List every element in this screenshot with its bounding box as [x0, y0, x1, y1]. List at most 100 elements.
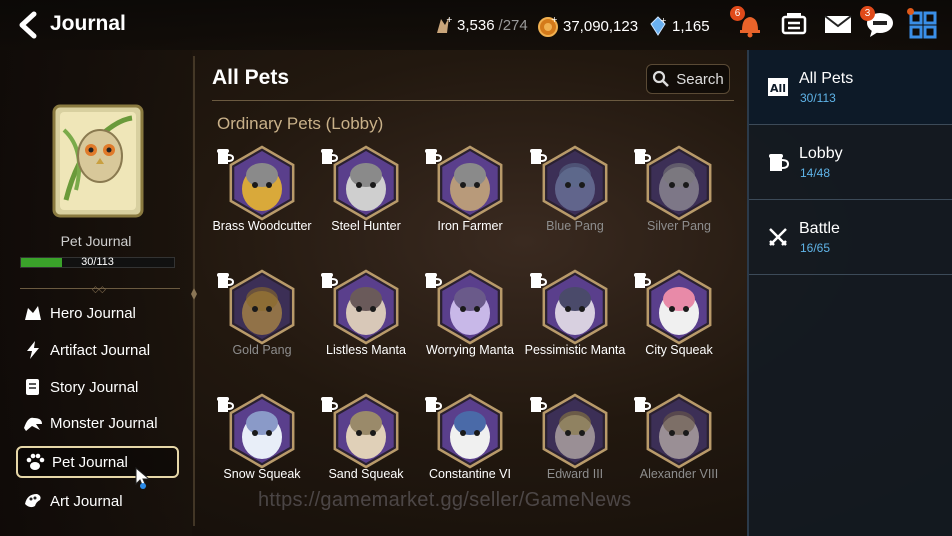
pet-name: Silver Pang — [647, 219, 711, 233]
stamina-icon: + — [437, 15, 453, 33]
tab-lobby[interactable]: Lobby 14/48 — [749, 125, 952, 200]
nav-artifact-journal[interactable]: Artifact Journal — [16, 334, 179, 366]
lobby-mug-icon — [634, 397, 652, 412]
tab-count: 14/48 — [800, 166, 831, 180]
pet-card[interactable]: Steel Hunter — [314, 145, 418, 265]
menu-button[interactable] — [907, 8, 939, 40]
menu-dot — [907, 8, 914, 15]
pet-card[interactable]: Blue Pang — [523, 145, 627, 265]
pet-name: City Squeak — [645, 343, 713, 357]
crystal-icon: + — [650, 16, 667, 36]
top-bar: Journal + 3,536 /274 + 37,090,123 + 1,16… — [0, 0, 952, 50]
mail-button[interactable] — [822, 8, 854, 40]
hero-icon — [22, 302, 44, 324]
chat-button[interactable]: 3 — [860, 6, 896, 40]
lobby-mug-icon — [217, 273, 235, 288]
back-button[interactable] — [14, 10, 42, 40]
pet-card[interactable]: Brass Woodcutter — [210, 145, 314, 265]
pet-name: Steel Hunter — [331, 219, 401, 233]
pet-name: Brass Woodcutter — [212, 219, 312, 233]
section-title: Ordinary Pets (Lobby) — [217, 114, 384, 133]
lobby-mug-icon — [425, 273, 443, 288]
lobby-mug-icon — [530, 397, 548, 412]
pet-card[interactable]: Listless Manta — [314, 269, 418, 389]
crossed-swords-icon — [769, 228, 787, 246]
nav-label: Artifact Journal — [50, 341, 151, 359]
pet-card[interactable]: Gold Pang — [210, 269, 314, 389]
search-label: Search — [676, 70, 724, 88]
lobby-mug-icon — [530, 273, 548, 288]
journal-progress-text: 30/113 — [81, 256, 114, 268]
nav-pet-journal[interactable]: Pet Journal — [16, 446, 179, 478]
nav-label: Story Journal — [50, 378, 139, 396]
lobby-mug-icon — [321, 397, 339, 412]
search-button[interactable]: Search — [646, 64, 730, 94]
journal-progress-bar: 30/113 — [20, 256, 175, 268]
paw-icon — [24, 451, 46, 473]
svg-text:+: + — [551, 15, 558, 24]
pet-name: Edward III — [546, 467, 604, 481]
pet-card[interactable]: Silver Pang — [627, 145, 731, 265]
tab-count: 30/113 — [800, 91, 836, 105]
tab-count: 16/65 — [800, 241, 831, 255]
nav-label: Pet Journal — [52, 453, 128, 471]
lobby-mug-icon — [530, 149, 548, 164]
party-button[interactable] — [778, 8, 810, 40]
ornate-divider — [191, 56, 197, 526]
back-arrow-icon — [19, 11, 37, 39]
lobby-mug-icon — [425, 397, 443, 412]
chat-badge: 3 — [860, 6, 875, 21]
lobby-mug-icon — [769, 154, 789, 171]
tab-all-pets[interactable]: All All Pets 30/113 — [749, 50, 952, 125]
gold-value: 37,090,123 — [563, 17, 639, 35]
left-panel: Pet Journal 30/113 ◇◇ Hero Journal Artif… — [0, 50, 192, 536]
nav-story-journal[interactable]: Story Journal — [16, 371, 179, 403]
pet-name: Pessimistic Manta — [524, 343, 626, 357]
gold-counter[interactable]: + 37,090,123 — [537, 15, 638, 37]
tab-label: All Pets — [799, 70, 854, 87]
tab-label: Battle — [799, 220, 840, 237]
lobby-mug-icon — [321, 149, 339, 164]
nav-label: Hero Journal — [50, 304, 136, 322]
nav-art-journal[interactable]: Art Journal — [16, 485, 179, 517]
crystal-value: 1,165 — [672, 17, 710, 35]
crystal-counter[interactable]: + 1,165 — [648, 15, 710, 37]
pet-journal-book-icon — [52, 104, 144, 218]
pet-name: Listless Manta — [326, 343, 406, 357]
stamina-value: 3,536 — [457, 16, 495, 34]
artifact-icon — [22, 339, 44, 361]
lobby-mug-icon — [425, 149, 443, 164]
pet-name: Alexander VIII — [639, 467, 719, 481]
stamina-max: /274 — [498, 16, 528, 34]
stamina-counter[interactable]: + 3,536 /274 — [433, 15, 528, 35]
pet-name: Snow Squeak — [223, 467, 301, 481]
svg-text:+: + — [660, 16, 667, 25]
tab-label: Lobby — [799, 145, 843, 162]
pet-card[interactable]: City Squeak — [627, 269, 731, 389]
lobby-mug-icon — [634, 273, 652, 288]
svg-text:+: + — [446, 15, 453, 24]
nav-hero-journal[interactable]: Hero Journal — [16, 297, 179, 329]
pet-card[interactable]: Alexander VIII — [627, 393, 731, 513]
mail-icon — [824, 15, 852, 33]
page-title: Journal — [50, 12, 126, 35]
pet-card[interactable]: Pessimistic Manta — [523, 269, 627, 389]
lobby-mug-icon — [217, 149, 235, 164]
lobby-mug-icon — [634, 149, 652, 164]
svg-text:All: All — [770, 82, 786, 95]
nav-label: Monster Journal — [50, 414, 158, 432]
right-panel: All All Pets 30/113 Lobby 14/48 Battle 1… — [747, 50, 952, 536]
search-icon — [653, 70, 670, 87]
pet-name: Iron Farmer — [437, 219, 503, 233]
title-divider — [212, 100, 734, 101]
all-icon: All — [768, 78, 788, 96]
watermark: https://gamemarket.gg/seller/GameNews — [258, 489, 632, 511]
gold-coin-icon: + — [538, 15, 558, 37]
nav-monster-journal[interactable]: Monster Journal — [16, 407, 179, 439]
pet-name: Blue Pang — [546, 219, 604, 233]
pet-card[interactable]: Iron Farmer — [418, 145, 522, 265]
pet-card[interactable]: Worrying Manta — [418, 269, 522, 389]
lobby-mug-icon — [321, 273, 339, 288]
notifications-button[interactable]: 6 — [730, 6, 766, 40]
tab-battle[interactable]: Battle 16/65 — [749, 200, 952, 275]
